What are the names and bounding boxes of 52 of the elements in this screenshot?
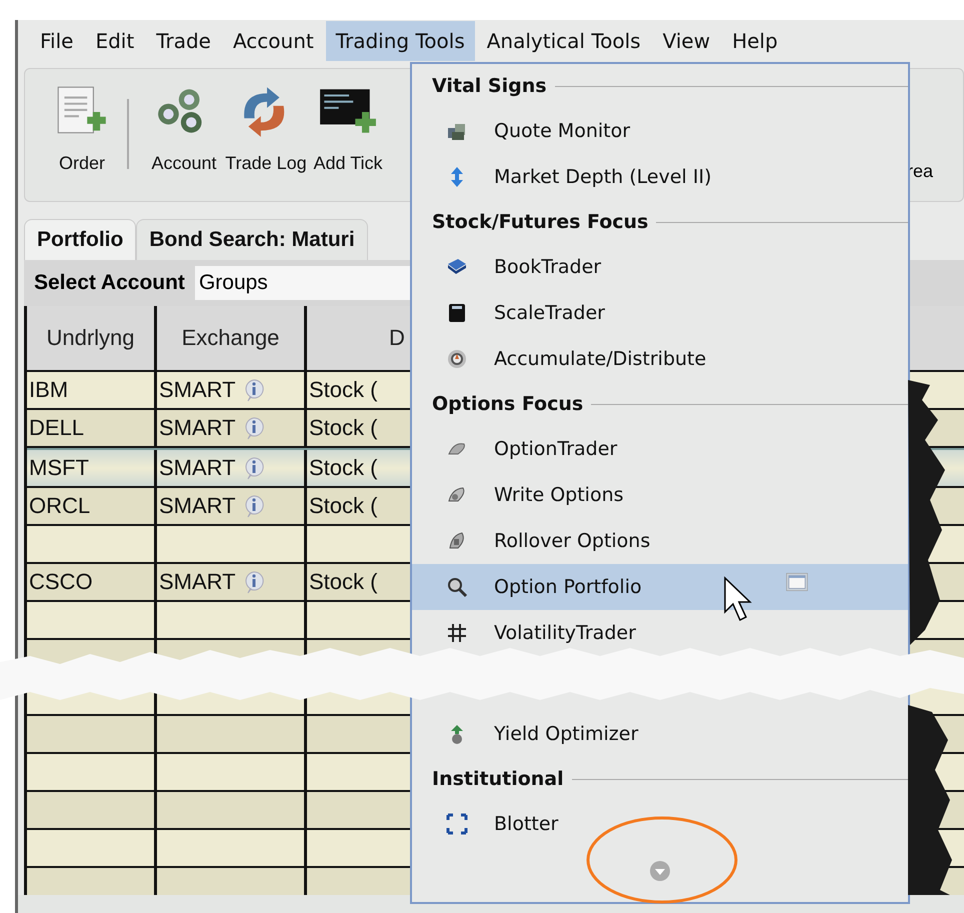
menu-item[interactable]: Write Options [412, 472, 908, 518]
menu-item[interactable]: Option Portfolio [412, 564, 908, 610]
menu-bar-item[interactable]: View [652, 21, 720, 61]
table-cell: IBM [29, 377, 68, 403]
menu-bar-item[interactable]: Trading Tools [326, 21, 475, 61]
scroll-down-icon[interactable] [649, 860, 671, 882]
menu-item-icon [446, 813, 468, 835]
menu-item-icon [446, 576, 468, 598]
cursor-icon [724, 576, 752, 622]
table-cell: MSFT [29, 455, 89, 481]
menu-item[interactable]: OptionTrader [412, 426, 908, 472]
tab[interactable]: Portfolio [24, 219, 136, 260]
menu-section-header: Vital Signs [412, 64, 908, 108]
menu-item[interactable]: Yield Optimizer [412, 711, 908, 757]
menu-bar-item[interactable]: Analytical Tools [476, 21, 651, 61]
table-cell: SMART [159, 569, 236, 595]
menu-item-icon [446, 302, 468, 324]
table-cell: Stock ( [309, 415, 378, 441]
table-cell: Stock ( [309, 377, 378, 403]
menu-item-icon [446, 348, 468, 370]
menu-bar-item[interactable]: Help [722, 21, 788, 61]
table-cell: ORCL [29, 493, 90, 519]
table-cell: SMART [159, 493, 236, 519]
window-icon[interactable] [786, 571, 808, 593]
menu-section-header: Options Focus [412, 382, 908, 426]
menu-bar-item[interactable]: File [30, 21, 84, 61]
table-cell: SMART [159, 455, 236, 481]
account-label: Select Account [34, 271, 185, 295]
menu-section-header: Stock/Futures Focus [412, 200, 908, 244]
menu-item[interactable]: Blotter [412, 801, 908, 847]
tab[interactable]: Bond Search: Maturi [136, 219, 368, 260]
toolbar-button[interactable]: Add Tick [307, 69, 389, 174]
menu-item[interactable]: Accumulate/Distribute [412, 336, 908, 382]
toolbar-button[interactable]: Account [143, 69, 225, 174]
table-cell: DELL [29, 415, 84, 441]
menu-item[interactable]: VolatilityTrader [412, 610, 908, 656]
table-cell: Stock ( [309, 493, 378, 519]
menu-section-header: Institutional [412, 757, 908, 801]
toolbar-button[interactable]: Trade Log [225, 69, 307, 174]
toolbar-button[interactable]: Order [41, 69, 123, 174]
menu-bar-item[interactable]: Account [222, 21, 324, 61]
menu-item[interactable]: Market Depth (Level II) [412, 154, 908, 200]
table-cell: SMART [159, 377, 236, 403]
menu-bar-item[interactable]: Trade [146, 21, 221, 61]
menu-item[interactable]: Quote Monitor [412, 108, 908, 154]
table-cell: Stock ( [309, 455, 378, 481]
menu-item-icon [446, 622, 468, 644]
table-cell: Stock ( [309, 569, 378, 595]
menu-item[interactable]: Rollover Options [412, 518, 908, 564]
table-cell: SMART [159, 415, 236, 441]
menu-bar-item[interactable]: Edit [85, 21, 144, 61]
table-cell: CSCO [29, 569, 93, 595]
